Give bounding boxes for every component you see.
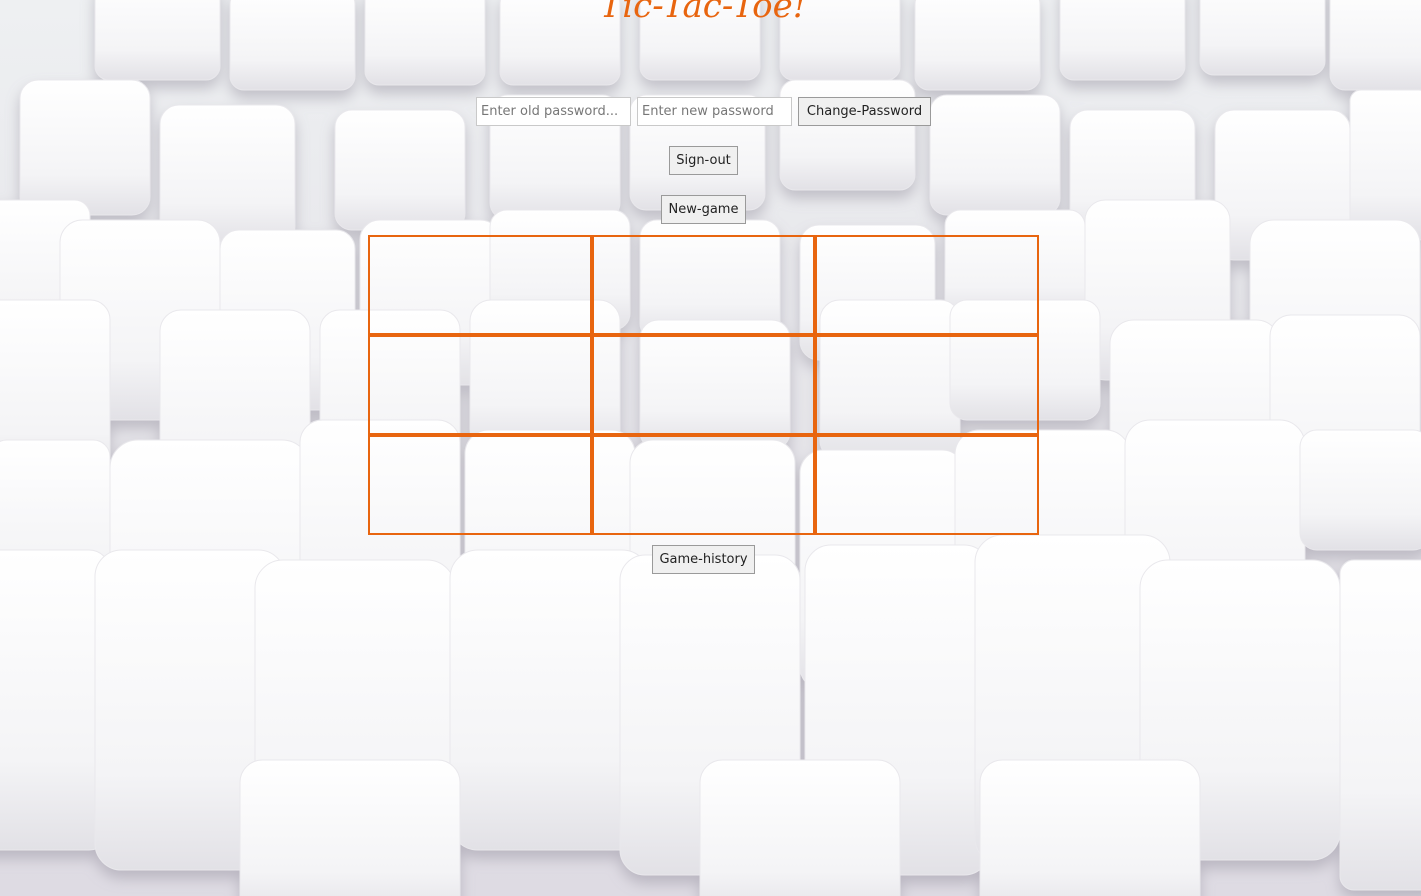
- board-cell-1[interactable]: [591, 235, 816, 335]
- old-password-input[interactable]: [476, 97, 631, 126]
- board-cell-6[interactable]: [368, 435, 592, 535]
- new-password-input[interactable]: [637, 97, 792, 126]
- game-history-button[interactable]: Game-history: [652, 545, 755, 574]
- domino-tile: [19, 79, 151, 216]
- domino-tile: [1339, 559, 1421, 891]
- board-cell-7[interactable]: [591, 435, 816, 535]
- page-title: Tic-Tac-Toe!: [599, 0, 807, 26]
- change-password-button[interactable]: Change-Password: [798, 97, 931, 126]
- domino-tile: [1299, 429, 1421, 551]
- board-cell-0[interactable]: [368, 235, 592, 335]
- domino-tile: [239, 759, 461, 896]
- domino-tile: [334, 109, 466, 231]
- game-board: [368, 235, 1039, 535]
- board-cell-5[interactable]: [815, 335, 1039, 435]
- sign-out-button[interactable]: Sign-out: [669, 146, 738, 175]
- domino-tile: [0, 549, 111, 851]
- domino-tile: [1349, 89, 1421, 241]
- board-cell-8[interactable]: [815, 435, 1039, 535]
- domino-tile: [699, 759, 901, 896]
- board-cell-4[interactable]: [591, 335, 816, 435]
- board-cell-3[interactable]: [368, 335, 592, 435]
- domino-tile: [929, 94, 1061, 216]
- board-cell-2[interactable]: [815, 235, 1039, 335]
- new-game-button[interactable]: New-game: [661, 195, 746, 224]
- domino-tile: [979, 759, 1201, 896]
- page: Tic-Tac-Toe! Change-Password Sign-out Ne…: [0, 0, 1421, 896]
